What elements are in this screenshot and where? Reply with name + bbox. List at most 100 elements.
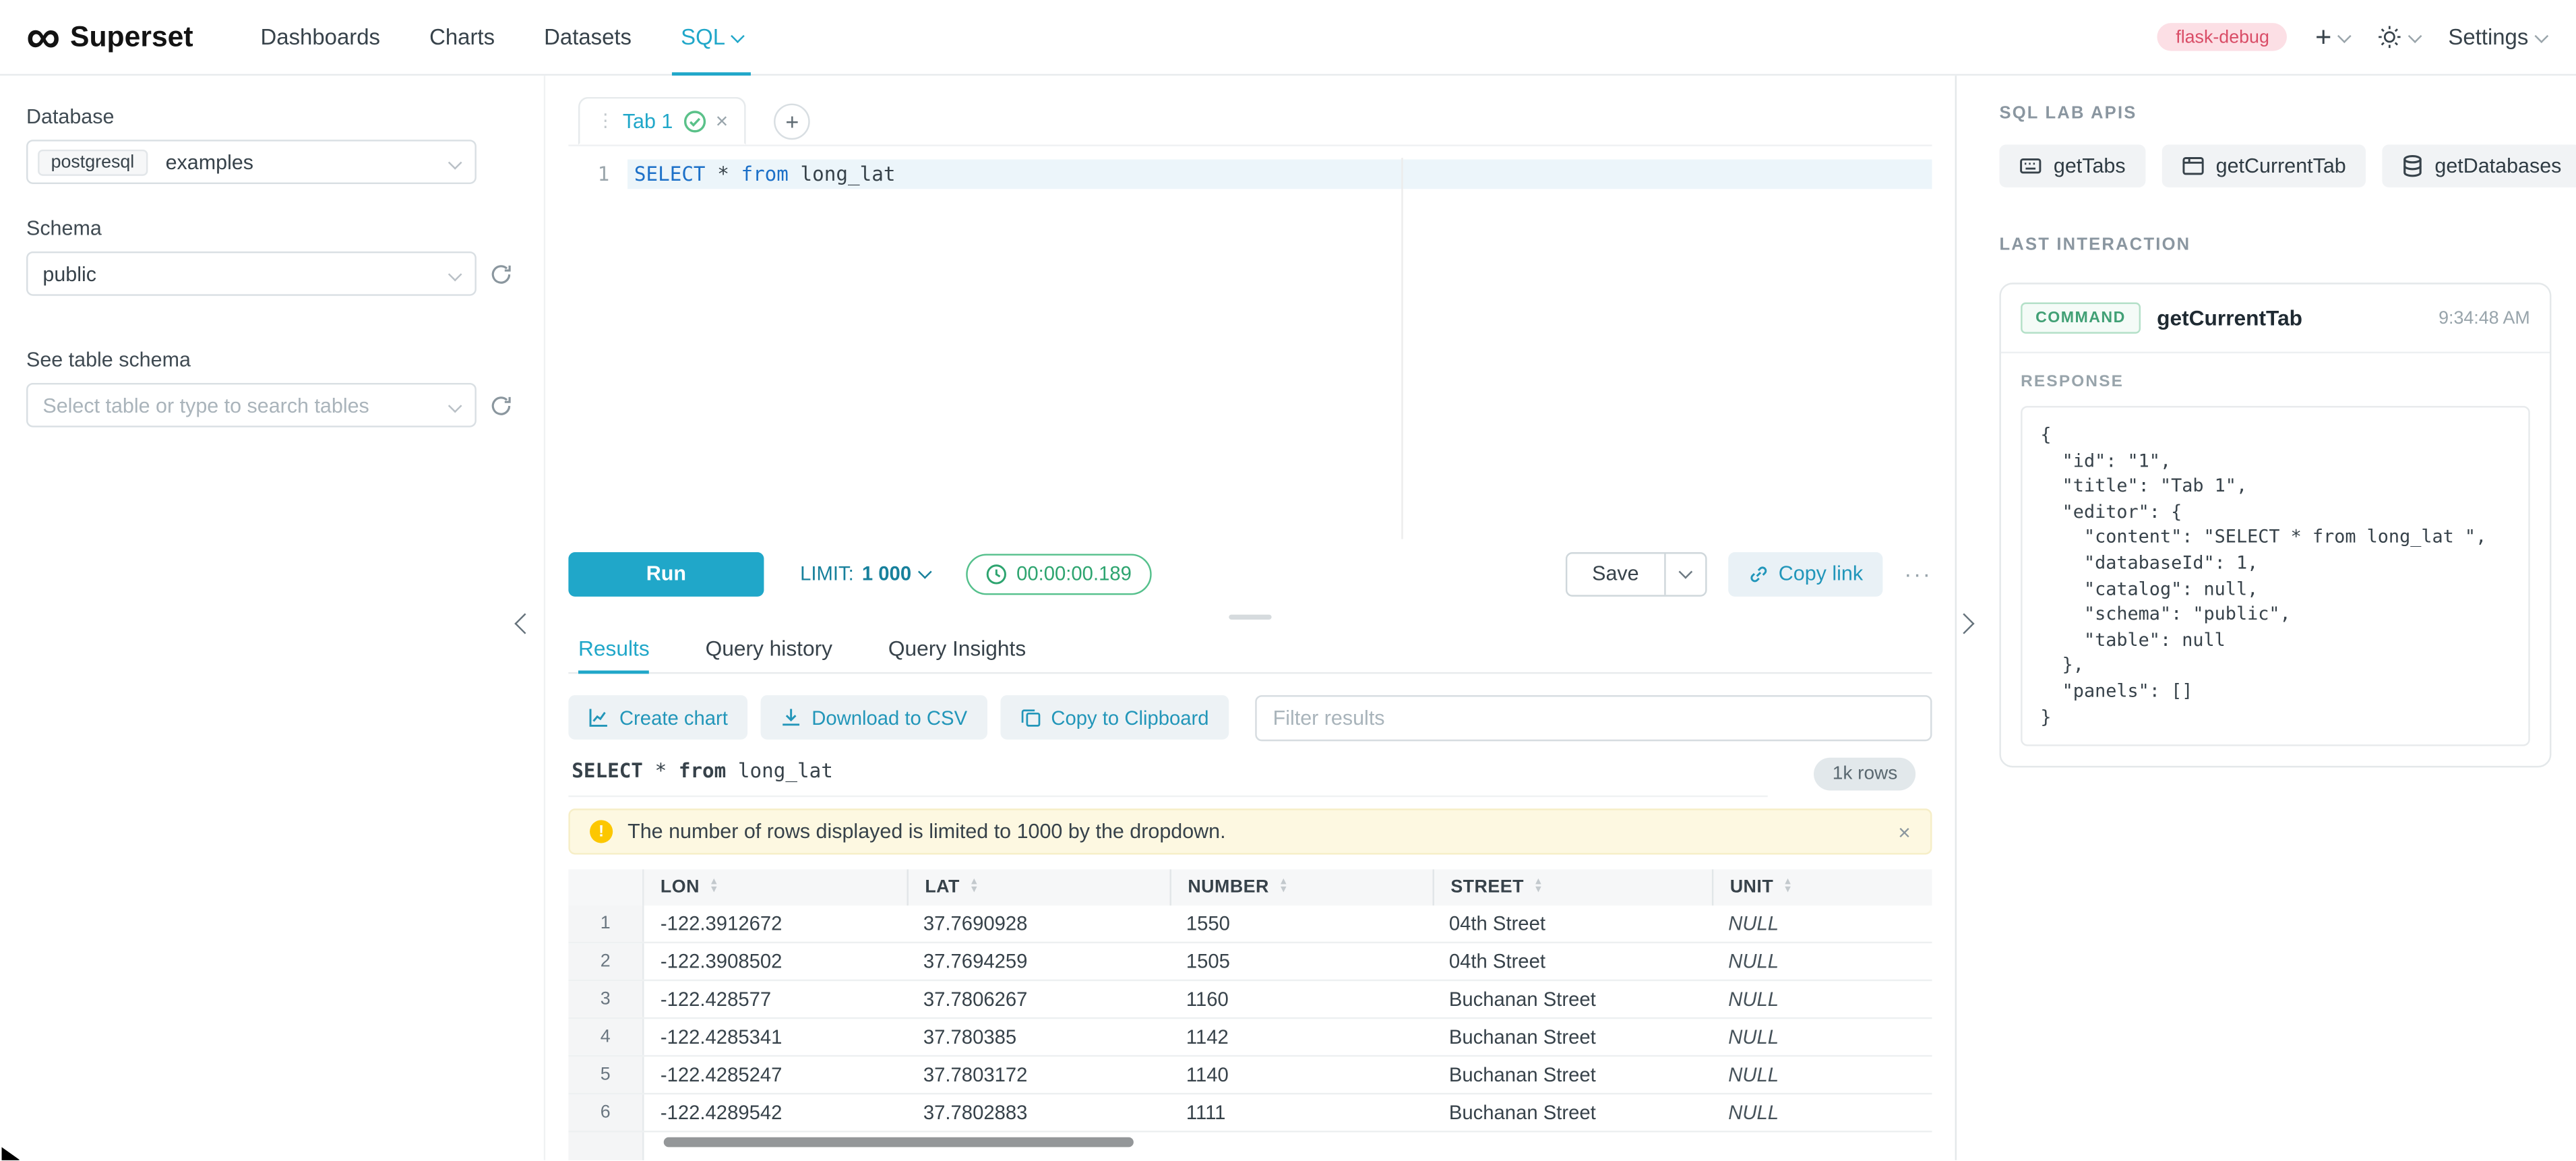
sort-icon[interactable]: ▴▾ [1281, 880, 1287, 895]
cell-unit: NULL [1712, 1056, 1932, 1093]
column-header-lat[interactable]: LAT ▴▾ [907, 869, 1170, 905]
sort-icon[interactable]: ▴▾ [1535, 880, 1541, 895]
chevron-down-icon [448, 267, 462, 281]
table-row[interactable]: 1 -122.3912672 37.7690928 1550 04th Stre… [568, 905, 1932, 943]
get-databases-button[interactable]: getDatabases [2382, 145, 2576, 187]
command-name: getCurrentTab [2157, 305, 2302, 330]
plus-icon: + [785, 109, 799, 135]
copy-link-label: Copy link [1779, 562, 1863, 585]
tab-query-insights[interactable]: Query Insights [888, 624, 1026, 672]
sql-table-name: long_lat [738, 758, 833, 781]
sql-star: * [717, 162, 729, 185]
close-tab-icon[interactable]: × [716, 113, 729, 129]
nav-charts[interactable]: Charts [405, 0, 520, 75]
link-icon [1747, 563, 1769, 585]
column-header-unit[interactable]: UNIT ▴▾ [1712, 869, 1932, 905]
refresh-icon [489, 262, 512, 285]
create-chart-label: Create chart [619, 706, 728, 729]
cell-street: Buchanan Street [1433, 1019, 1712, 1055]
horizontal-scrollbar[interactable] [664, 1137, 1134, 1148]
sort-icon[interactable]: ▴▾ [711, 880, 717, 895]
pane-resize-handle[interactable] [568, 608, 1932, 624]
sort-icon[interactable]: ▴▾ [1785, 880, 1791, 895]
query-timer-badge: 00:00:00.189 [966, 553, 1152, 594]
tab-results[interactable]: Results [578, 624, 650, 672]
run-button[interactable]: Run [568, 552, 764, 596]
warning-text: The number of rows displayed is limited … [627, 820, 1883, 843]
table-select[interactable]: Select table or type to search tables [26, 383, 477, 427]
navbar-right: flask-debug + Settings [2157, 23, 2546, 51]
nav-datasets[interactable]: Datasets [520, 0, 656, 75]
table-row[interactable]: 4 -122.4285341 37.780385 1142 Buchanan S… [568, 1019, 1932, 1056]
more-options-button[interactable]: ··· [1904, 560, 1932, 587]
cell-unit: NULL [1712, 905, 1932, 942]
cell-lon: -122.4289542 [644, 1094, 907, 1131]
cell-unit: NULL [1712, 1019, 1932, 1055]
command-badge: COMMAND [2021, 303, 2141, 334]
table-row[interactable]: 2 -122.3908502 37.7694259 1505 04th Stre… [568, 943, 1932, 981]
api-buttons-row: getTabs getCurrentTab getDatabases [1999, 145, 2551, 187]
copy-link-button[interactable]: Copy link [1727, 552, 1882, 596]
sort-icon[interactable]: ▴▾ [971, 880, 977, 895]
cell-street: Buchanan Street [1433, 1094, 1712, 1131]
cell-number: 1140 [1170, 1056, 1433, 1093]
refresh-icon [489, 394, 512, 417]
settings-menu[interactable]: Settings [2448, 25, 2546, 50]
download-csv-button[interactable]: Download to CSV [761, 695, 987, 740]
row-number: 3 [568, 981, 644, 1017]
drag-handle-icon[interactable]: ⋮ [596, 113, 613, 129]
nav-sql[interactable]: SQL [656, 0, 768, 75]
query-tab[interactable]: ⋮ Tab 1 × [578, 97, 746, 145]
results-tabs: Results Query history Query Insights [568, 624, 1932, 674]
save-button[interactable]: Save [1568, 553, 1664, 594]
get-current-tab-button[interactable]: getCurrentTab [2161, 145, 2366, 187]
refresh-schemas-button[interactable] [489, 262, 512, 285]
close-icon[interactable]: × [1898, 819, 1911, 844]
brand-title: Superset [70, 20, 193, 54]
schema-select[interactable]: public [26, 251, 477, 296]
table-row[interactable]: 5 -122.4285247 37.7803172 1140 Buchanan … [568, 1056, 1932, 1094]
theme-toggle[interactable] [2378, 25, 2420, 50]
settings-label: Settings [2448, 25, 2528, 50]
limit-dropdown[interactable]: LIMIT: 1 000 [800, 562, 929, 585]
navbar: ∞ Superset Dashboards Charts Datasets SQ… [0, 0, 2576, 76]
table-row[interactable]: 3 -122.428577 37.7806267 1160 Buchanan S… [568, 981, 1932, 1019]
column-header-number[interactable]: NUMBER ▴▾ [1170, 869, 1433, 905]
refresh-tables-button[interactable] [489, 394, 512, 417]
filter-results-input[interactable] [1255, 694, 1932, 740]
sql-keyword: from [679, 758, 726, 781]
cell-street: 04th Street [1433, 905, 1712, 942]
column-header-lon[interactable]: LON ▴▾ [644, 869, 907, 905]
response-json: { "id": "1", "title": "Tab 1", "editor":… [2021, 406, 2530, 746]
plus-icon: + [2315, 26, 2331, 49]
tab-query-history[interactable]: Query history [706, 624, 832, 672]
limit-value: 1 000 [862, 562, 911, 585]
nav-dashboards[interactable]: Dashboards [236, 0, 405, 75]
cell-lat: 37.780385 [907, 1019, 1170, 1055]
copy-clipboard-button[interactable]: Copy to Clipboard [1000, 695, 1229, 740]
column-header-street[interactable]: STREET ▴▾ [1433, 869, 1712, 905]
sql-keyword: from [741, 162, 788, 185]
get-tabs-button[interactable]: getTabs [1999, 145, 2145, 187]
sql-code-editor[interactable]: 1 SELECT * from long_lat [568, 158, 1932, 539]
interaction-timestamp: 9:34:48 AM [2439, 308, 2530, 328]
response-label: RESPONSE [2021, 373, 2530, 391]
new-item-button[interactable]: + [2315, 26, 2350, 49]
database-select[interactable]: postgresql examples [26, 140, 477, 184]
cell-lon: -122.4285247 [644, 1056, 907, 1093]
save-dropdown-button[interactable] [1663, 553, 1705, 594]
last-interaction-card: COMMAND getCurrentTab 9:34:48 AM RESPONS… [1999, 282, 2551, 767]
row-number: 6 [568, 1094, 644, 1131]
table-row[interactable]: 6 -122.4289542 37.7802883 1111 Buchanan … [568, 1094, 1932, 1132]
cell-lat: 37.7694259 [907, 943, 1170, 980]
chevron-down-icon [2338, 28, 2352, 42]
create-chart-button[interactable]: Create chart [568, 695, 747, 740]
sort-down-icon: ▾ [1535, 887, 1541, 895]
sql-code-line[interactable]: SELECT * from long_lat [634, 161, 896, 189]
add-tab-button[interactable]: + [774, 104, 811, 140]
sun-icon [2378, 25, 2403, 50]
results-actions: Create chart Download to CSV Copy to Cli… [568, 695, 1932, 740]
cell-lat: 37.7803172 [907, 1056, 1170, 1093]
row-number [568, 1132, 644, 1160]
row-number: 1 [568, 905, 644, 942]
